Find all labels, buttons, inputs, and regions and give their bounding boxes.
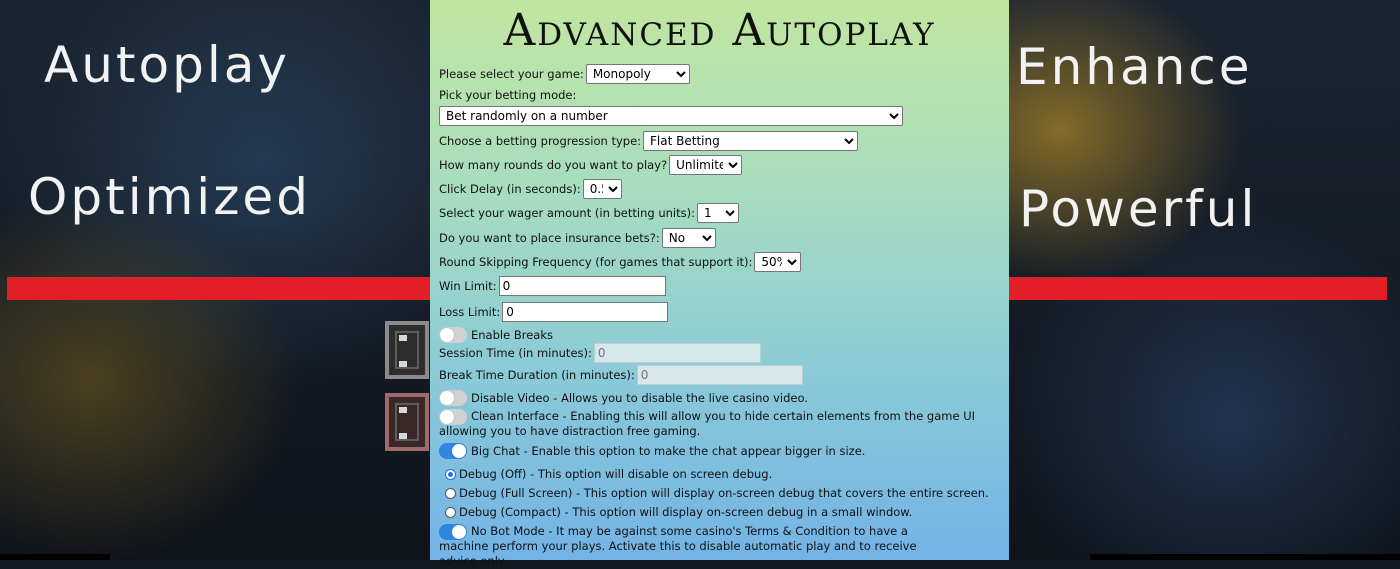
word-autoplay: Autoplay: [44, 36, 290, 94]
word-powerful: Powerful: [1019, 180, 1258, 238]
game-row: Please select your game: Monopoly: [439, 64, 690, 84]
betting-mode-label-row: Pick your betting mode:: [439, 88, 578, 102]
rounds-select[interactable]: Unlimited: [669, 155, 743, 175]
debug-compact-row: Debug (Compact) - This option will displ…: [439, 505, 912, 519]
clean-interface-toggle[interactable]: [439, 409, 467, 425]
wager-select[interactable]: 1: [696, 203, 739, 223]
rounds-label: How many rounds do you want to play?: [439, 158, 668, 172]
progression-select[interactable]: Flat Betting: [643, 131, 859, 151]
debug-off-row: Debug (Off) - This option will disable o…: [439, 467, 772, 481]
break-duration-row: Break Time Duration (in minutes):: [439, 365, 803, 385]
break-duration-input[interactable]: [636, 365, 803, 385]
debug-off-radio[interactable]: [445, 468, 456, 480]
word-enhance: Enhance: [1016, 38, 1253, 96]
round-skip-select[interactable]: 50%: [754, 252, 802, 272]
word-optimized: Optimized: [28, 168, 311, 226]
loss-limit-label: Loss Limit:: [439, 305, 501, 319]
no-bot-row: No Bot Mode - It may be against some cas…: [439, 524, 919, 569]
clean-interface-row: Clean Interface - Enabling this will all…: [439, 409, 999, 439]
progression-row: Choose a betting progression type: Flat …: [439, 131, 859, 151]
panel-title: Advanced Autoplay: [503, 5, 936, 56]
debug-compact-radio[interactable]: [445, 506, 456, 518]
wager-label: Select your wager amount (in betting uni…: [439, 206, 695, 220]
break-duration-label: Break Time Duration (in minutes):: [439, 368, 635, 382]
disable-video-label: Disable Video - Allows you to disable th…: [471, 391, 808, 405]
enable-breaks-label: Enable Breaks: [471, 328, 553, 342]
no-bot-label: No Bot Mode - It may be against some cas…: [439, 524, 917, 568]
progression-label: Choose a betting progression type:: [439, 134, 642, 148]
session-time-row: Session Time (in minutes):: [439, 343, 761, 363]
card-icon: [385, 321, 429, 379]
loss-limit-input[interactable]: [502, 302, 669, 322]
disable-video-row: Disable Video - Allows you to disable th…: [439, 390, 808, 406]
debug-full-row: Debug (Full Screen) - This option will d…: [439, 486, 989, 500]
session-time-label: Session Time (in minutes):: [439, 346, 592, 360]
win-limit-label: Win Limit:: [439, 279, 497, 293]
no-bot-toggle[interactable]: [439, 524, 467, 540]
betting-mode-select[interactable]: Bet randomly on a number: [439, 106, 903, 126]
loss-limit-row: Loss Limit:: [439, 302, 669, 322]
game-label: Please select your game:: [439, 67, 584, 81]
disable-video-toggle[interactable]: [439, 390, 467, 406]
rounds-row: How many rounds do you want to play? Unl…: [439, 155, 743, 175]
click-delay-label: Click Delay (in seconds):: [439, 182, 581, 196]
session-time-input[interactable]: [593, 343, 761, 363]
win-limit-row: Win Limit:: [439, 276, 666, 296]
game-select[interactable]: Monopoly: [585, 64, 690, 84]
card-icon-red: [385, 393, 429, 451]
bottom-strip-right: [1090, 554, 1400, 560]
wager-row: Select your wager amount (in betting uni…: [439, 203, 739, 223]
click-delay-select[interactable]: 0.5: [582, 179, 622, 199]
enable-breaks-row: Enable Breaks: [439, 327, 553, 343]
debug-full-radio[interactable]: [445, 487, 456, 499]
betting-mode-label: Pick your betting mode:: [439, 88, 577, 102]
big-chat-row: Big Chat - Enable this option to make th…: [439, 443, 865, 459]
debug-compact-label: Debug (Compact) - This option will displ…: [459, 505, 913, 519]
round-skip-label: Round Skipping Frequency (for games that…: [439, 255, 753, 269]
big-chat-label: Big Chat - Enable this option to make th…: [471, 444, 866, 458]
win-limit-input[interactable]: [498, 276, 666, 296]
insurance-label: Do you want to place insurance bets?:: [439, 231, 660, 245]
big-chat-toggle[interactable]: [439, 443, 467, 459]
betting-mode-row: Bet randomly on a number: [439, 106, 903, 126]
clean-interface-label: Clean Interface - Enabling this will all…: [439, 409, 976, 438]
debug-off-label: Debug (Off) - This option will disable o…: [459, 467, 773, 481]
debug-full-label: Debug (Full Screen) - This option will d…: [459, 486, 989, 500]
autoplay-settings-panel: Advanced Autoplay Please select your gam…: [430, 0, 1009, 568]
enable-breaks-toggle[interactable]: [439, 327, 467, 343]
insurance-row: Do you want to place insurance bets?: No: [439, 228, 716, 248]
bottom-strip-left: [0, 554, 110, 560]
click-delay-row: Click Delay (in seconds): 0.5: [439, 179, 622, 199]
round-skip-row: Round Skipping Frequency (for games that…: [439, 252, 802, 272]
insurance-select[interactable]: No: [661, 228, 716, 248]
